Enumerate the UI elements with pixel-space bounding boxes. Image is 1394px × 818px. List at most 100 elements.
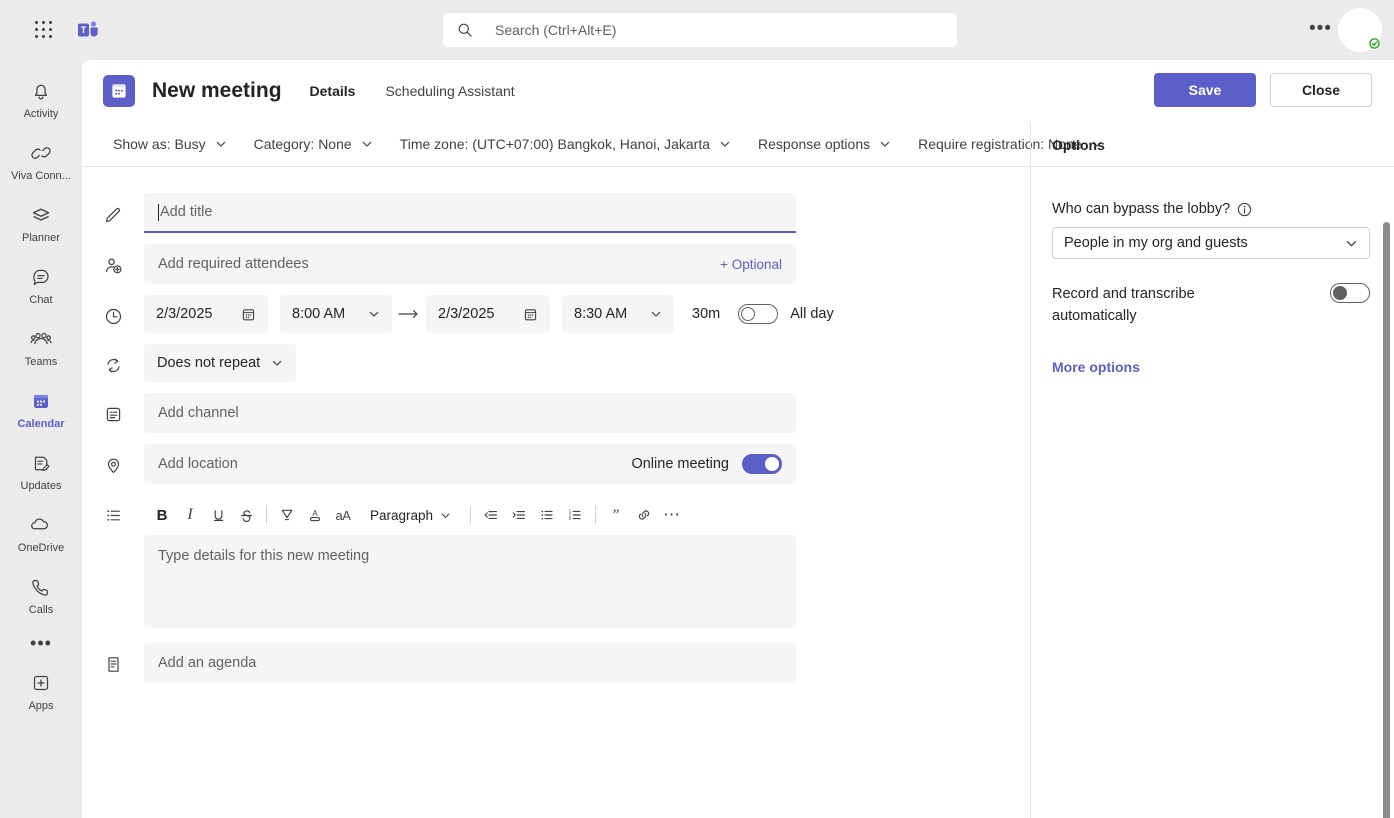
app-launcher-waffle-icon[interactable] <box>31 17 57 43</box>
end-date-input[interactable]: 2/3/2025 <box>426 295 550 333</box>
sidebar-item-viva-connections[interactable]: Viva Conn... <box>4 130 78 192</box>
lobby-bypass-select[interactable]: People in my org and guests <box>1052 227 1370 259</box>
save-button[interactable]: Save <box>1154 73 1256 107</box>
toolbar-divider <box>595 506 597 524</box>
online-meeting-control: Online meeting <box>631 454 782 474</box>
meeting-form: Add title Add required attendees + Optio… <box>82 167 1030 818</box>
page-title: New meeting <box>152 79 282 102</box>
decrease-indent-icon[interactable] <box>477 501 505 529</box>
sidebar-item-calendar[interactable]: Calendar <box>4 378 78 440</box>
underline-icon[interactable] <box>204 501 232 529</box>
all-day-label: All day <box>790 306 834 322</box>
details-editor: B I A aA Paragraph 1 2 3 ” ⋯ Type detail… <box>144 495 796 628</box>
sidebar-overflow-icon[interactable]: ••• <box>4 626 78 660</box>
category-dropdown[interactable]: Category: None <box>244 131 383 157</box>
options-panel-title: Options <box>1052 136 1105 153</box>
show-as-dropdown[interactable]: Show as: Busy <box>103 131 237 157</box>
agenda-input[interactable]: Add an agenda <box>144 643 796 683</box>
header-actions: Save Close <box>1154 73 1372 107</box>
more-options-link[interactable]: More options <box>1052 359 1370 375</box>
italic-icon[interactable]: I <box>176 501 204 529</box>
bold-icon[interactable]: B <box>148 501 176 529</box>
meeting-tabs: Details Scheduling Assistant <box>308 79 517 103</box>
channel-input[interactable]: Add channel <box>144 393 796 433</box>
location-input[interactable]: Add location Online meeting <box>144 444 796 484</box>
recurrence-control-wrap: Does not repeat <box>144 344 297 382</box>
sidebar-item-apps[interactable]: Apps <box>4 660 78 722</box>
svg-text:T: T <box>81 25 87 35</box>
calendar-picker-icon[interactable] <box>241 307 256 322</box>
details-row: B I A aA Paragraph 1 2 3 ” ⋯ Type detail… <box>82 495 1030 628</box>
sidebar-item-updates[interactable]: Updates <box>4 440 78 502</box>
bulleted-list-icon[interactable] <box>533 501 561 529</box>
location-field-wrap: Add location Online meeting <box>144 444 796 484</box>
quote-icon[interactable]: ” <box>602 501 630 529</box>
search-placeholder-text: Search (Ctrl+Alt+E) <box>495 22 617 38</box>
add-optional-attendees-button[interactable]: + Optional <box>720 257 782 272</box>
start-time-value: 8:00 AM <box>292 306 346 322</box>
required-attendees-input[interactable]: Add required attendees + Optional <box>144 244 796 284</box>
end-date-value: 2/3/2025 <box>438 306 495 322</box>
tab-scheduling-assistant[interactable]: Scheduling Assistant <box>383 79 516 103</box>
location-row: Add location Online meeting <box>82 444 1030 484</box>
teams-icon <box>29 326 53 352</box>
sidebar-item-label: Teams <box>24 355 58 368</box>
global-search[interactable]: Search (Ctrl+Alt+E) <box>443 13 957 47</box>
info-icon[interactable] <box>1237 202 1252 217</box>
sidebar-item-teams[interactable]: Teams <box>4 316 78 378</box>
left-navigation-rail: Activity Viva Conn... Planner Chat Teams… <box>0 60 82 818</box>
recurrence-row: Does not repeat <box>82 344 1030 382</box>
start-date-input[interactable]: 2/3/2025 <box>144 295 268 333</box>
planner-icon <box>30 202 52 228</box>
sidebar-item-calls[interactable]: Calls <box>4 564 78 626</box>
strikethrough-icon[interactable] <box>232 501 260 529</box>
sidebar-item-label: Activity <box>23 107 59 120</box>
bell-icon <box>30 78 52 104</box>
meeting-compose-sheet: New meeting Details Scheduling Assistant… <box>82 60 1394 818</box>
calendar-picker-icon[interactable] <box>523 307 538 322</box>
teams-logo-icon[interactable]: T <box>75 17 101 43</box>
font-color-icon[interactable]: A <box>301 501 329 529</box>
duration-label: 30m <box>692 306 721 322</box>
teams-app-window: T Search (Ctrl+Alt+E) ••• Activity Viva … <box>0 0 1394 818</box>
show-as-label: Show as: Busy <box>113 136 206 152</box>
tab-details[interactable]: Details <box>308 79 358 103</box>
avatar[interactable] <box>1338 8 1382 52</box>
options-panel-header: Options <box>1030 122 1394 167</box>
phone-icon <box>30 574 52 600</box>
sidebar-item-chat[interactable]: Chat <box>4 254 78 316</box>
online-meeting-label: Online meeting <box>631 456 729 472</box>
sidebar-item-planner[interactable]: Planner <box>4 192 78 254</box>
attendees-placeholder-text: Add required attendees <box>158 256 309 272</box>
paragraph-style-dropdown[interactable]: Paragraph <box>361 501 460 529</box>
record-transcribe-label: Record and transcribe automatically <box>1052 286 1195 324</box>
link-icon[interactable] <box>630 501 658 529</box>
meeting-header: New meeting Details Scheduling Assistant… <box>82 60 1394 122</box>
channel-row: Add channel <box>82 393 1030 433</box>
font-size-icon[interactable]: aA <box>329 501 357 529</box>
numbered-list-icon[interactable]: 1 2 3 <box>561 501 589 529</box>
record-transcribe-toggle[interactable] <box>1330 283 1370 303</box>
close-button[interactable]: Close <box>1270 73 1372 107</box>
highlight-icon[interactable] <box>273 501 301 529</box>
details-textarea[interactable]: Type details for this new meeting <box>144 535 796 628</box>
sidebar-item-label: Calls <box>28 603 54 616</box>
online-meeting-toggle[interactable] <box>742 454 782 474</box>
recurrence-dropdown[interactable]: Does not repeat <box>144 344 297 382</box>
timezone-dropdown[interactable]: Time zone: (UTC+07:00) Bangkok, Hanoi, J… <box>390 131 741 157</box>
end-time-dropdown[interactable]: 8:30 AM <box>562 295 674 333</box>
apps-add-icon <box>30 670 52 696</box>
toolbar-divider <box>470 506 472 524</box>
search-input[interactable]: Search (Ctrl+Alt+E) <box>443 13 957 47</box>
title-placeholder-text: Add title <box>160 204 213 220</box>
vertical-scrollbar[interactable] <box>1383 222 1390 818</box>
title-input[interactable]: Add title <box>144 193 796 233</box>
sidebar-item-activity[interactable]: Activity <box>4 68 78 130</box>
response-options-dropdown[interactable]: Response options <box>748 131 901 157</box>
topbar-more-icon[interactable]: ••• <box>1309 19 1332 38</box>
all-day-toggle[interactable] <box>738 304 779 324</box>
more-formatting-icon[interactable]: ⋯ <box>658 501 686 529</box>
increase-indent-icon[interactable] <box>505 501 533 529</box>
start-time-dropdown[interactable]: 8:00 AM <box>280 295 392 333</box>
sidebar-item-onedrive[interactable]: OneDrive <box>4 502 78 564</box>
